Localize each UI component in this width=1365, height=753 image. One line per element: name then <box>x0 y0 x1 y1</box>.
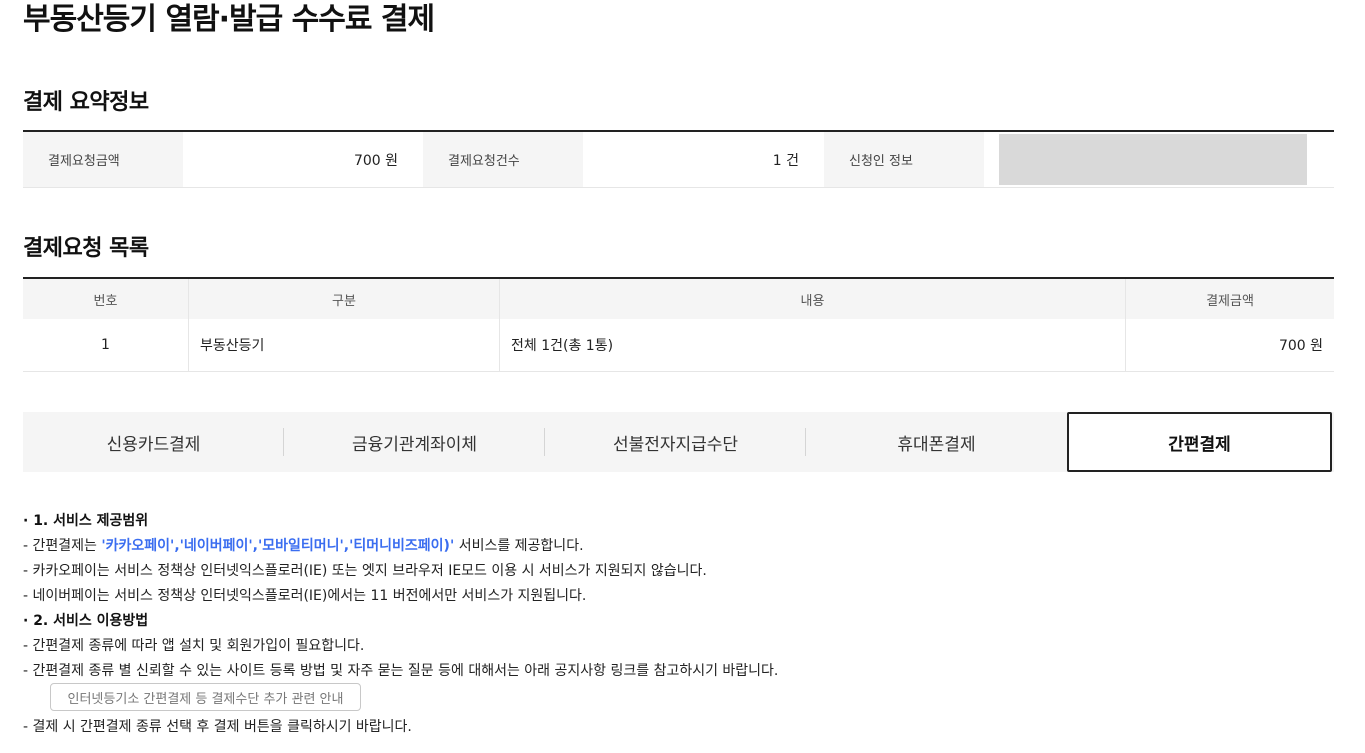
notice-link-button[interactable]: 인터넷등기소 간편결제 등 결제수단 추가 관련 안내 <box>50 683 361 711</box>
tab-bank-transfer[interactable]: 금융기관계좌이체 <box>284 412 545 472</box>
line-prefix: - 간편결제는 <box>23 538 102 554</box>
applicant-label: 신청인 정보 <box>824 132 984 187</box>
amount-label: 결제요청금액 <box>23 132 183 187</box>
row-category: 부동산등기 <box>189 319 500 371</box>
header-amount: 결제금액 <box>1206 293 1254 309</box>
payment-method-tabs: 신용카드결제 금융기관계좌이체 선불전자지급수단 휴대폰결제 간편결제 <box>23 412 1334 472</box>
usage-method-heading: · 2. 서비스 이용방법 <box>23 613 149 629</box>
applicant-info-value <box>984 132 1334 187</box>
service-scope-line-1: - 간편결제는 '카카오페이','네이버페이','모바일티머니','티머니비즈페… <box>23 535 584 555</box>
usage-method-line-1: - 간편결제 종류에 따라 앱 설치 및 회원가입이 필요합니다. <box>23 638 365 654</box>
tab-mobile-payment[interactable]: 휴대폰결제 <box>806 412 1067 472</box>
supported-services-highlight: '카카오페이','네이버페이','모바일티머니','티머니비즈페이)' <box>101 538 455 554</box>
page-title: 부동산등기 열람·발급 수수료 결제 <box>23 2 435 37</box>
service-scope-line-3: - 네이버페이는 서비스 정책상 인터넷익스플로러(IE)에서는 11 버전에서… <box>23 588 587 604</box>
header-number: 번호 <box>23 279 189 319</box>
usage-method-line-2: - 간편결제 종류 별 신뢰할 수 있는 사이트 등록 방법 및 자주 묻는 질… <box>23 663 779 679</box>
payment-summary-table: 결제요청금액 700 원 결제요청건수 1 건 신청인 정보 <box>23 130 1334 188</box>
tab-simple-payment[interactable]: 간편결제 <box>1067 412 1332 472</box>
line-suffix: 서비스를 제공합니다. <box>454 538 584 554</box>
table-header-row: 번호 구분 내용 결제금액 <box>23 279 1334 319</box>
table-row: 1 부동산등기 전체 1건(총 1통) 700 원 <box>23 319 1334 371</box>
service-scope-line-2: - 카카오페이는 서비스 정책상 인터넷익스플로러(IE) 또는 엣지 브라우저… <box>23 563 707 579</box>
count-label: 결제요청건수 <box>423 132 583 187</box>
header-content: 내용 <box>500 279 1126 319</box>
row-content: 전체 1건(총 1통) <box>500 319 1126 371</box>
applicant-info-masked <box>999 134 1307 185</box>
tab-prepaid-payment[interactable]: 선불전자지급수단 <box>545 412 806 472</box>
usage-method-line-3: - 결제 시 간편결제 종류 선택 후 결제 버튼을 클릭하시기 바랍니다. <box>23 719 412 735</box>
request-list-section-title: 결제요청 목록 <box>23 236 149 261</box>
row-amount: 700 원 <box>1278 338 1323 354</box>
header-category: 구분 <box>189 279 500 319</box>
payment-request-table: 번호 구분 내용 결제금액 1 부동산등기 전체 1건(총 1통) 700 원 <box>23 277 1334 372</box>
count-value: 1 건 <box>772 152 799 169</box>
summary-section-title: 결제 요약정보 <box>23 90 149 115</box>
service-scope-heading: · 1. 서비스 제공범위 <box>23 513 149 529</box>
row-number: 1 <box>23 319 189 371</box>
tab-credit-card[interactable]: 신용카드결제 <box>23 412 284 472</box>
amount-value: 700 원 <box>353 152 398 169</box>
